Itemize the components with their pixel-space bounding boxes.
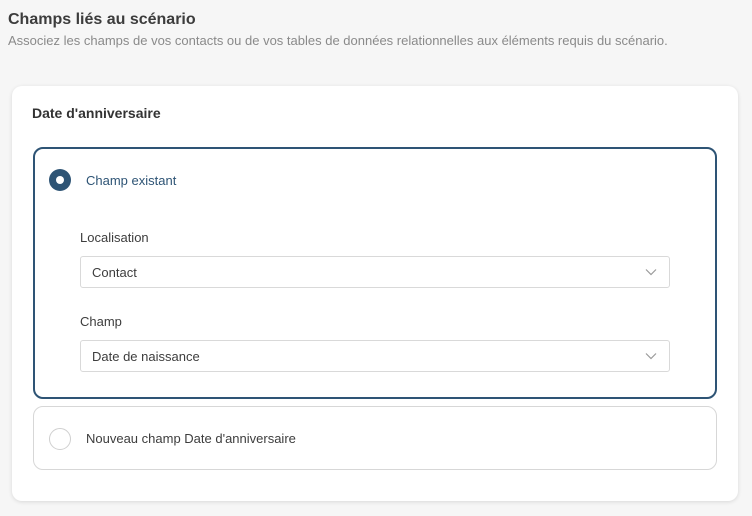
option-existing-field-label: Champ existant bbox=[86, 173, 177, 188]
localisation-select-value: Contact bbox=[92, 265, 137, 280]
card-title: Date d'anniversaire bbox=[32, 105, 161, 121]
radio-new-field[interactable] bbox=[49, 428, 71, 450]
champ-select-value: Date de naissance bbox=[92, 349, 200, 364]
option-existing-field[interactable]: Champ existant Localisation Contact Cham… bbox=[33, 147, 717, 399]
champ-label: Champ bbox=[80, 314, 122, 329]
option-new-field[interactable]: Nouveau champ Date d'anniversaire bbox=[33, 406, 717, 470]
radio-existing-field[interactable] bbox=[49, 169, 71, 191]
localisation-label: Localisation bbox=[80, 230, 149, 245]
section-subtitle: Associez les champs de vos contacts ou d… bbox=[8, 33, 668, 48]
field-mapping-card: Date d'anniversaire Champ existant Local… bbox=[12, 86, 738, 501]
page: Champs liés au scénario Associez les cha… bbox=[0, 0, 752, 516]
chevron-down-icon bbox=[645, 353, 657, 360]
chevron-down-icon bbox=[645, 269, 657, 276]
localisation-select[interactable]: Contact bbox=[80, 256, 670, 288]
champ-select[interactable]: Date de naissance bbox=[80, 340, 670, 372]
section-header: Champs liés au scénario Associez les cha… bbox=[8, 9, 668, 50]
section-title: Champs liés au scénario bbox=[8, 11, 196, 28]
option-new-field-label: Nouveau champ Date d'anniversaire bbox=[86, 431, 296, 446]
